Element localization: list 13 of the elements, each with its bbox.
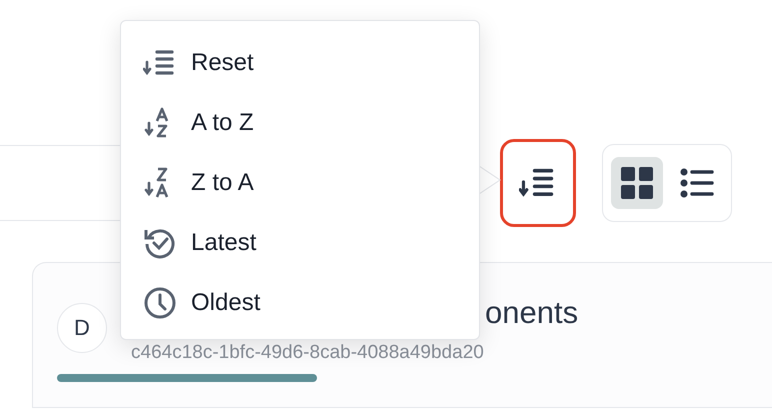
grid-view-button[interactable]: [611, 157, 663, 209]
menu-item[interactable]: Z to A: [121, 153, 479, 213]
list-icon: [680, 168, 714, 198]
menu-item[interactable]: Latest: [121, 213, 479, 273]
clock-icon: [143, 286, 177, 320]
grid-icon: [621, 167, 653, 199]
card-id: c464c18c-1bfc-49d6-8cab-4088a49bda20: [131, 342, 485, 364]
menu-item[interactable]: Oldest: [121, 273, 479, 333]
menu-item[interactable]: A to Z: [121, 93, 479, 153]
avatar: D: [57, 303, 107, 353]
menu-item[interactable]: Reset: [121, 33, 479, 93]
card-title: onents: [485, 294, 578, 332]
sort-button[interactable]: [500, 139, 576, 227]
